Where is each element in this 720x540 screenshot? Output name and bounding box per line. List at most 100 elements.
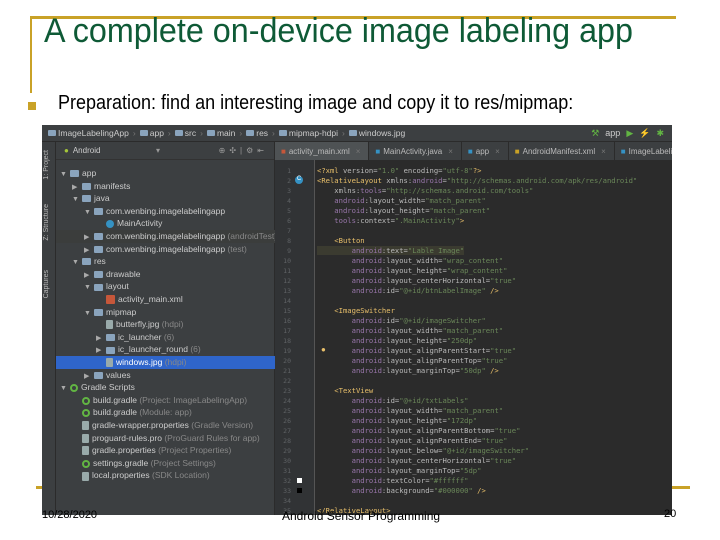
toolbar-right: ⚒ app ▶ ⚡ ✱ bbox=[591, 128, 664, 139]
close-icon[interactable]: × bbox=[356, 147, 361, 156]
chevron-right-icon[interactable]: ▶ bbox=[84, 245, 94, 256]
tree-item[interactable]: ▼ res bbox=[56, 255, 275, 268]
lightbulb-icon[interactable]: ● bbox=[321, 345, 326, 354]
line-number: 15 bbox=[283, 307, 291, 315]
close-icon[interactable]: × bbox=[495, 147, 500, 156]
editor-tab[interactable]: ■ activity_main.xml × bbox=[275, 142, 370, 160]
chevron-down-icon[interactable]: ▼ bbox=[84, 308, 94, 319]
tab-label: activity_main.xml bbox=[288, 146, 350, 156]
editor-tab[interactable]: ■ImageLabelingApp bbox=[615, 142, 672, 160]
code-token: :layout_height= bbox=[381, 416, 447, 425]
tree-item[interactable]: ▶ com.wenbing.imagelabelingapp (test) bbox=[56, 243, 275, 256]
breadcrumb-label: app bbox=[149, 128, 164, 138]
folder-icon bbox=[206, 130, 215, 136]
tree-item[interactable]: ▶ drawable bbox=[56, 268, 275, 281]
code-token: :layout_marginTop= bbox=[381, 366, 460, 375]
tree-item-label: manifests bbox=[94, 180, 131, 191]
tree-item[interactable]: settings.gradle (Project Settings) bbox=[56, 457, 275, 470]
code-token: :layout_alignParentBottom= bbox=[381, 426, 495, 435]
chevron-right-icon[interactable]: ▶ bbox=[84, 371, 94, 382]
folder-icon bbox=[246, 130, 255, 136]
tree-item[interactable]: ▶ com.wenbing.imagelabelingapp (androidTe… bbox=[56, 230, 275, 243]
chevron-right-icon[interactable]: ▶ bbox=[72, 182, 82, 193]
code-line: android:text="Lable Image" bbox=[317, 246, 465, 255]
tree-item[interactable]: ▼ app bbox=[56, 167, 275, 180]
editor-tab[interactable]: ■ app × bbox=[462, 142, 509, 160]
chevron-right-icon[interactable]: ▶ bbox=[96, 345, 106, 356]
tab-structure[interactable]: Z: Structure bbox=[43, 204, 50, 241]
tree-item-label: ic_launcher bbox=[118, 331, 162, 342]
chevron-down-icon[interactable]: ▼ bbox=[72, 257, 82, 268]
code-token: "wrap_content" bbox=[446, 266, 508, 275]
project-view-selector[interactable]: ● Android ▾ ⊕✣|⚙⇤ bbox=[56, 142, 274, 160]
editor-tab[interactable]: ■ AndroidManifest.xml × bbox=[509, 142, 615, 160]
tree-item[interactable]: activity_main.xml bbox=[56, 293, 275, 306]
breadcrumb-item[interactable]: main bbox=[206, 128, 235, 138]
line-number: 17 bbox=[283, 327, 291, 335]
breadcrumb-separator: › bbox=[272, 128, 275, 138]
tree-item-hint: (6) bbox=[163, 331, 175, 342]
editor-tabs: ■ activity_main.xml × ■ MainActivity.java × ■ a… bbox=[275, 142, 672, 160]
tree-item[interactable]: MainActivity bbox=[56, 217, 275, 230]
tree-item[interactable]: butterfly.jpg (hdpi) bbox=[56, 318, 275, 331]
breadcrumb-item[interactable]: app bbox=[139, 128, 164, 138]
folder-icon bbox=[106, 334, 115, 342]
tree-item-hint: (hdpi) bbox=[161, 319, 184, 330]
chevron-right-icon[interactable]: ▶ bbox=[96, 333, 106, 344]
tree-item[interactable]: ▼ Gradle Scripts bbox=[56, 381, 275, 394]
code-token: :layout_centerHorizontal= bbox=[381, 276, 491, 285]
chevron-down-icon[interactable]: ▼ bbox=[84, 282, 94, 293]
line-number: 28 bbox=[283, 437, 291, 445]
breadcrumb-item[interactable]: windows.jpg bbox=[348, 128, 405, 138]
tree-item[interactable]: local.properties (SDK Location) bbox=[56, 469, 275, 482]
apply-changes-icon[interactable]: ⚡ bbox=[639, 128, 650, 139]
tree-item-label: settings.gradle bbox=[93, 457, 149, 468]
tab-project[interactable]: 1: Project bbox=[43, 150, 50, 180]
chevron-down-icon[interactable]: ▼ bbox=[60, 169, 70, 180]
tree-item[interactable]: ▶ values bbox=[56, 369, 275, 382]
close-icon[interactable]: × bbox=[448, 147, 453, 156]
hammer-icon[interactable]: ⚒ bbox=[591, 128, 599, 139]
tree-item-hint: (ProGuard Rules for app) bbox=[164, 432, 260, 443]
tree-item[interactable]: ▶ ic_launcher_round (6) bbox=[56, 343, 275, 356]
file-icon: ■ bbox=[514, 146, 520, 156]
debug-icon[interactable]: ✱ bbox=[656, 128, 664, 139]
chevron-right-icon[interactable]: ▶ bbox=[84, 232, 94, 243]
navigation-bar: ImageLabelingApp › app › src › main › res › mipmap… bbox=[42, 125, 672, 142]
tree-item[interactable]: ▼ java bbox=[56, 192, 275, 205]
breadcrumb-item[interactable]: mipmap-hdpi bbox=[278, 128, 338, 138]
tree-item[interactable]: gradle.properties (Project Properties) bbox=[56, 444, 275, 457]
tree-item[interactable]: proguard-rules.pro (ProGuard Rules for a… bbox=[56, 432, 275, 445]
chevron-down-icon[interactable]: ▼ bbox=[72, 194, 82, 205]
chevron-down-icon[interactable]: ▼ bbox=[60, 383, 70, 394]
tree-item-label: drawable bbox=[106, 268, 141, 279]
code-token: encoding= bbox=[403, 166, 443, 175]
chevron-right-icon[interactable]: ▶ bbox=[84, 270, 94, 281]
tree-item-hint: (SDK Location) bbox=[152, 470, 210, 481]
breadcrumb-item[interactable]: res bbox=[246, 128, 268, 138]
tree-item[interactable]: gradle-wrapper.properties (Gradle Versio… bbox=[56, 419, 275, 432]
tree-item[interactable]: ▼ layout bbox=[56, 280, 275, 293]
tab-captures[interactable]: Captures bbox=[43, 270, 50, 298]
breadcrumb-item[interactable]: src bbox=[174, 128, 196, 138]
close-icon[interactable]: × bbox=[601, 147, 606, 156]
tree-item[interactable]: ▶ manifests bbox=[56, 180, 275, 193]
code-line: android:layout_height="match_parent" bbox=[317, 206, 490, 215]
chevron-down-icon[interactable]: ▼ bbox=[84, 207, 94, 218]
code-token: "true" bbox=[481, 356, 508, 365]
line-number: 4 bbox=[287, 197, 291, 205]
panel-tools-icon[interactable]: ⊕✣|⚙⇤ bbox=[219, 146, 268, 155]
tree-item[interactable]: windows.jpg (hdpi) bbox=[56, 356, 275, 369]
code-line: android:layout_marginTop="50dp" /> bbox=[317, 366, 499, 375]
tree-item[interactable]: build.gradle (Module: app) bbox=[56, 406, 275, 419]
tool-window-strip: 1: Project Z: Structure Captures bbox=[42, 142, 56, 515]
tree-item[interactable]: build.gradle (Project: ImageLabelingApp) bbox=[56, 394, 275, 407]
code-line: <TextView bbox=[317, 386, 373, 395]
editor-tab[interactable]: ■ MainActivity.java × bbox=[369, 142, 462, 160]
run-icon[interactable]: ▶ bbox=[626, 128, 633, 139]
run-config-select[interactable]: app bbox=[605, 128, 620, 139]
tree-item[interactable]: ▼ com.wenbing.imagelabelingapp bbox=[56, 205, 275, 218]
tree-item[interactable]: ▼ mipmap bbox=[56, 306, 275, 319]
tree-item[interactable]: ▶ ic_launcher (6) bbox=[56, 331, 275, 344]
breadcrumb-item[interactable]: ImageLabelingApp bbox=[48, 128, 129, 138]
